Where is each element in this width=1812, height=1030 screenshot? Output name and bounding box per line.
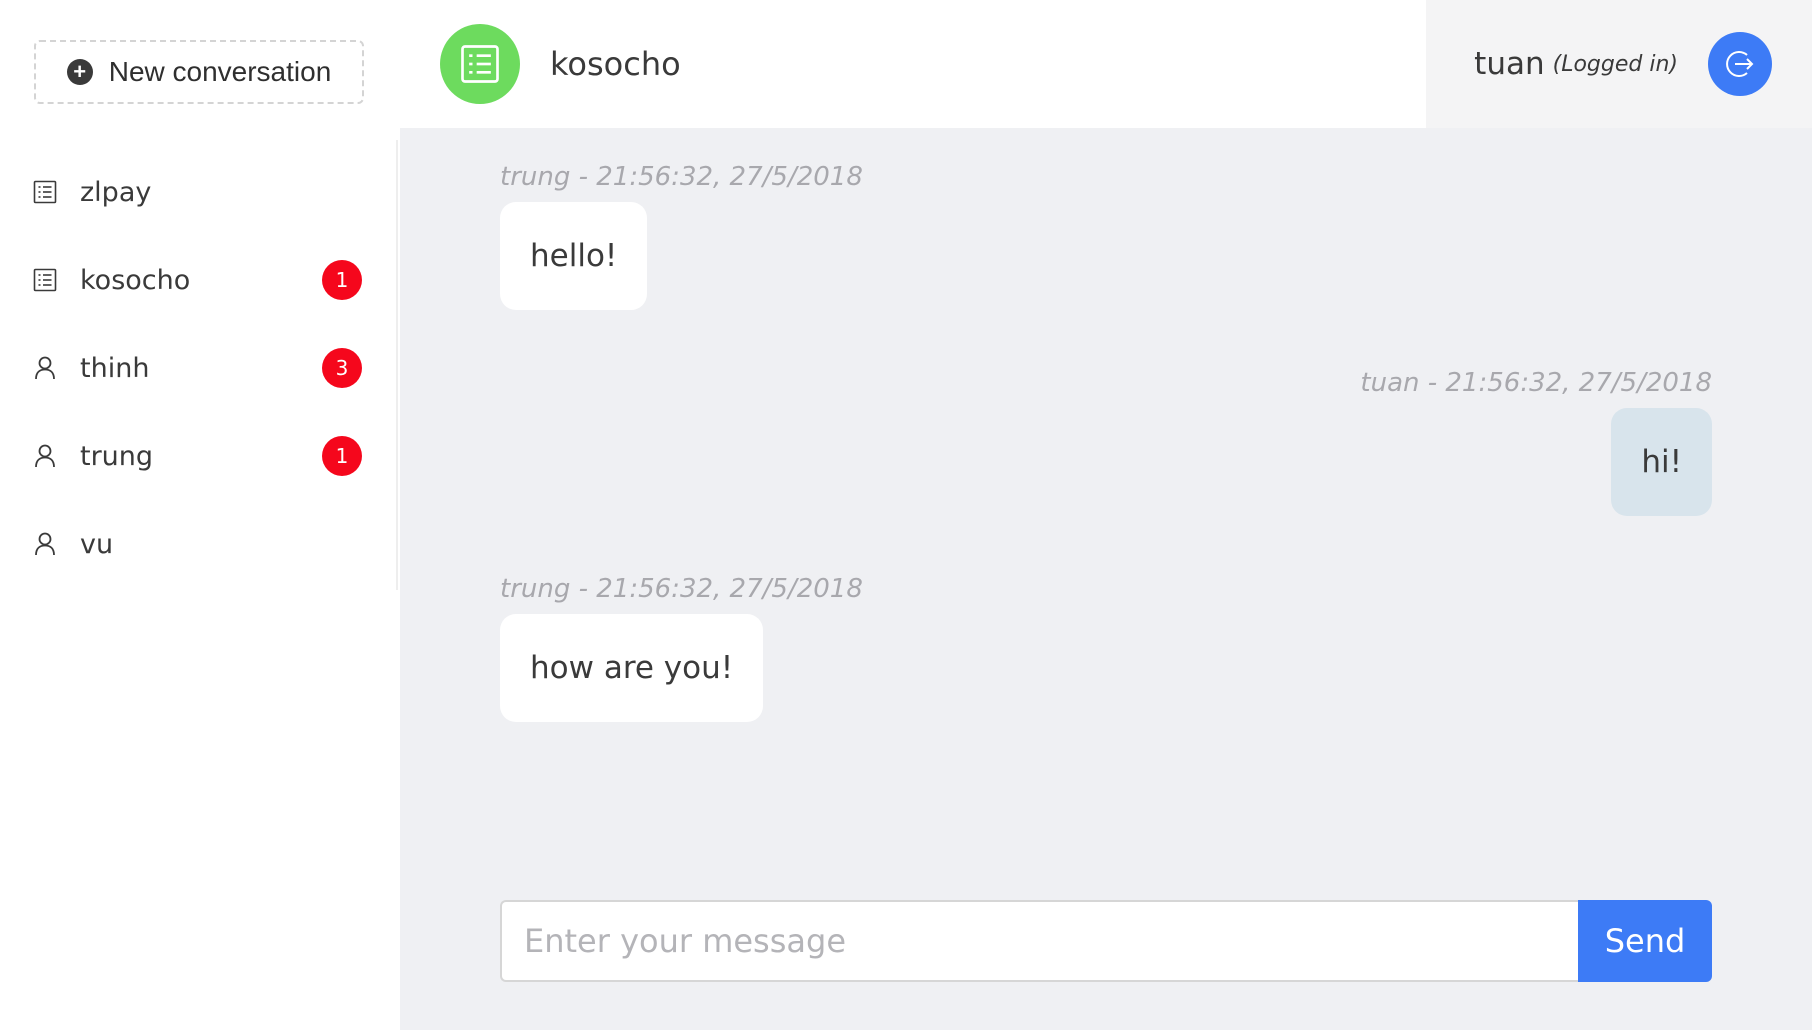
- message-meta: tuan - 21:56:32, 27/5/2018: [1360, 368, 1712, 398]
- sidebar-item-vu[interactable]: vu: [0, 500, 396, 588]
- sidebar-item-label: trung: [80, 440, 154, 472]
- send-button[interactable]: Send: [1578, 900, 1712, 982]
- sidebar-item-zlpay[interactable]: zlpay: [0, 148, 396, 236]
- user-icon: [32, 355, 58, 381]
- sidebar-item-label: vu: [80, 528, 114, 560]
- message-bubble: hi!: [1611, 408, 1712, 516]
- sidebar-item-trung[interactable]: trung 1: [0, 412, 396, 500]
- user-icon: [32, 443, 58, 469]
- message-meta: trung - 21:56:32, 27/5/2018: [500, 574, 863, 604]
- sidebar-divider: [396, 140, 398, 590]
- message-area: trung - 21:56:32, 27/5/2018 hello! tuan …: [400, 128, 1812, 1030]
- user-panel: tuan (Logged in): [1426, 0, 1812, 128]
- new-conversation-button[interactable]: + New conversation: [34, 40, 364, 104]
- sidebar-item-thinh[interactable]: thinh 3: [0, 324, 396, 412]
- sidebar: + New conversation zlpay kosocho 1 thinh…: [0, 0, 398, 1030]
- page-title: kosocho: [550, 45, 681, 83]
- message-item: trung - 21:56:32, 27/5/2018 how are you!: [500, 574, 863, 722]
- conversation-list: zlpay kosocho 1 thinh 3 trung 1 vu: [0, 148, 396, 588]
- message-bubble: how are you!: [500, 614, 764, 722]
- message-composer: Send: [500, 900, 1712, 982]
- list-icon: [32, 179, 58, 205]
- new-conversation-label: New conversation: [108, 56, 332, 87]
- unread-badge: 1: [322, 260, 362, 300]
- login-status: (Logged in): [1552, 51, 1678, 77]
- list-icon: [32, 267, 58, 293]
- sidebar-item-label: zlpay: [80, 176, 152, 208]
- sidebar-item-label: kosocho: [80, 264, 191, 296]
- avatar: [440, 24, 520, 104]
- username: tuan: [1474, 46, 1545, 82]
- message-item: tuan - 21:56:32, 27/5/2018 hi!: [1360, 368, 1712, 516]
- message-input[interactable]: [500, 900, 1578, 982]
- logout-button[interactable]: [1708, 32, 1772, 96]
- message-bubble: hello!: [500, 202, 648, 310]
- sidebar-item-label: thinh: [80, 352, 150, 384]
- message-meta: trung - 21:56:32, 27/5/2018: [500, 162, 863, 192]
- logout-icon: [1726, 51, 1754, 77]
- message-item: trung - 21:56:32, 27/5/2018 hello!: [500, 162, 863, 310]
- list-icon: [461, 45, 499, 83]
- unread-badge: 3: [322, 348, 362, 388]
- sidebar-item-kosocho[interactable]: kosocho 1: [0, 236, 396, 324]
- user-icon: [32, 531, 58, 557]
- chat-header: kosocho: [400, 0, 1426, 128]
- plus-icon: +: [66, 59, 93, 85]
- unread-badge: 1: [322, 436, 362, 476]
